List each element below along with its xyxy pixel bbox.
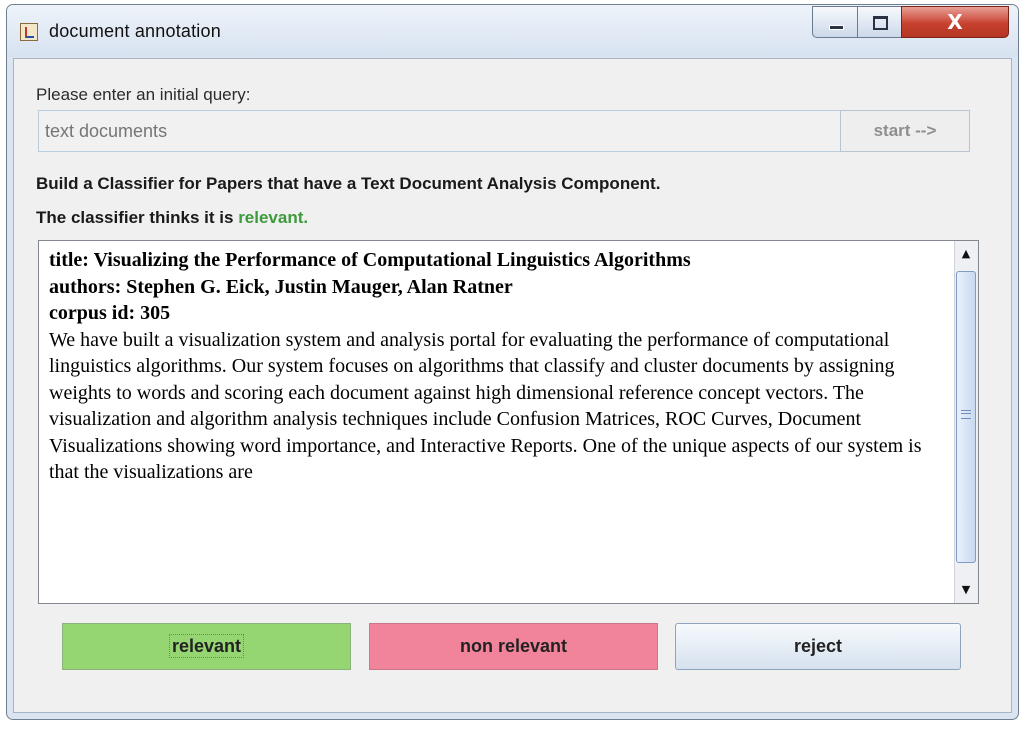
document-abstract: We have built a visualization system and… xyxy=(49,328,922,484)
non-relevant-button[interactable]: non relevant xyxy=(369,623,658,670)
maximize-button[interactable] xyxy=(857,6,902,38)
document-corpus-id: corpus id: 305 xyxy=(49,302,171,324)
document-title: title: Visualizing the Performance of Co… xyxy=(49,249,691,271)
status-value: relevant. xyxy=(238,208,309,227)
title-bar[interactable]: document annotation X xyxy=(7,5,1018,57)
window-title: document annotation xyxy=(49,21,221,41)
scrollbar-thumb[interactable] xyxy=(956,271,976,563)
document-text-area[interactable]: title: Visualizing the Performance of Co… xyxy=(38,240,979,604)
document-content: title: Visualizing the Performance of Co… xyxy=(49,247,944,486)
close-icon: X xyxy=(947,10,963,34)
vertical-scrollbar[interactable]: ▲ ▼ xyxy=(954,241,978,603)
query-prompt-label: Please enter an initial query: xyxy=(36,85,251,104)
minimize-button[interactable] xyxy=(812,6,858,38)
document-authors: authors: Stephen G. Eick, Justin Mauger,… xyxy=(49,275,513,298)
query-input[interactable] xyxy=(38,110,841,152)
scroll-up-arrow-icon[interactable]: ▲ xyxy=(957,243,975,265)
reject-button[interactable]: reject xyxy=(675,623,961,670)
scroll-down-arrow-icon[interactable]: ▼ xyxy=(957,579,975,601)
start-button[interactable]: start --> xyxy=(840,110,970,152)
grip-icon xyxy=(961,410,971,419)
status-prefix: The classifier thinks it is xyxy=(36,208,239,227)
relevant-button-label: relevant xyxy=(168,634,245,658)
relevant-button[interactable]: relevant xyxy=(62,623,351,670)
java-app-icon xyxy=(20,23,38,41)
classifier-status: The classifier thinks it is relevant. xyxy=(36,208,308,228)
close-button[interactable]: X xyxy=(901,6,1009,38)
task-heading: Build a Classifier for Papers that have … xyxy=(36,174,661,193)
